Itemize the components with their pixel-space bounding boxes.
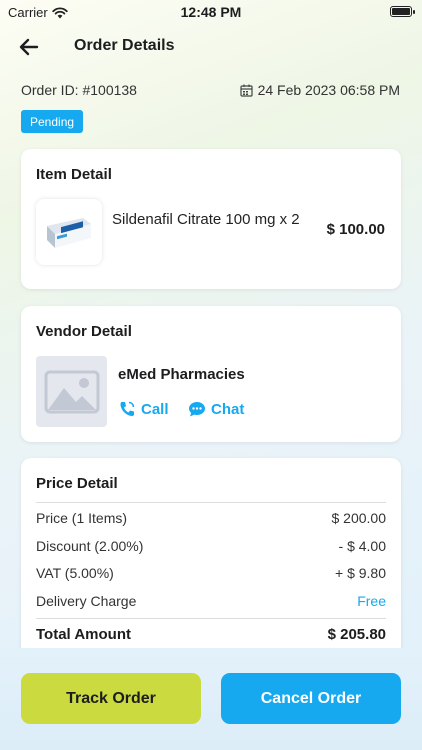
calendar-icon xyxy=(239,84,253,97)
discount-value: - $ 4.00 xyxy=(338,538,386,554)
item-detail-card: Item Detail Sildenafil Citrate 100 mg x … xyxy=(21,149,401,289)
back-button[interactable] xyxy=(16,34,42,60)
status-badge: Pending xyxy=(21,110,84,133)
price-row-value: $ 200.00 xyxy=(331,510,387,526)
product-image xyxy=(36,199,102,265)
vendor-detail-title: Vendor Detail xyxy=(36,323,132,340)
price-detail-title: Price Detail xyxy=(36,475,118,492)
total-label: Total Amount xyxy=(36,626,131,643)
phone-icon xyxy=(120,401,135,416)
battery-icon xyxy=(390,6,415,17)
vendor-detail-card: Vendor Detail eMed Pharmacies Call Chat xyxy=(21,306,401,442)
delivery-label: Delivery Charge xyxy=(36,593,137,609)
call-button[interactable]: Call xyxy=(118,400,169,418)
track-order-button[interactable]: Track Order xyxy=(21,673,201,724)
delivery-value: Free xyxy=(357,593,386,609)
chat-label: Chat xyxy=(211,400,245,418)
discount-label: Discount (2.00%) xyxy=(36,538,144,554)
item-price: $ 100.00 xyxy=(326,221,385,238)
vendor-name: eMed Pharmacies xyxy=(118,366,245,383)
order-date-text: 24 Feb 2023 06:58 PM xyxy=(257,82,400,98)
vendor-image-placeholder xyxy=(36,356,107,427)
divider xyxy=(36,502,386,503)
bottom-action-bar: Track Order Cancel Order xyxy=(0,648,422,750)
cancel-order-button[interactable]: Cancel Order xyxy=(221,673,401,724)
vat-value: + $ 9.80 xyxy=(335,565,386,581)
image-placeholder-icon xyxy=(44,370,99,413)
nav-bar: Order Details xyxy=(0,30,422,64)
vat-row: VAT (5.00%) + $ 9.80 xyxy=(36,565,386,581)
price-detail-card: Price Detail Price (1 Items) $ 200.00 Di… xyxy=(21,458,401,658)
vat-label: VAT (5.00%) xyxy=(36,565,114,581)
total-row: Total Amount $ 205.80 xyxy=(36,626,386,643)
chat-bubble-icon xyxy=(189,402,205,417)
item-detail-title: Item Detail xyxy=(36,166,112,183)
chat-button[interactable]: Chat xyxy=(188,400,244,418)
status-time: 12:48 PM xyxy=(180,4,242,20)
item-name: Sildenafil Citrate 100 mg x 2 xyxy=(112,211,300,228)
price-row-label: Price (1 Items) xyxy=(36,510,128,526)
medicine-box-icon xyxy=(47,218,91,248)
order-date: 24 Feb 2023 06:58 PM xyxy=(239,82,400,98)
total-value: $ 205.80 xyxy=(327,626,386,643)
arrow-left-icon xyxy=(19,38,39,56)
order-id: Order ID: #100138 xyxy=(21,82,137,98)
price-row: Price (1 Items) $ 200.00 xyxy=(36,510,386,526)
delivery-row: Delivery Charge Free xyxy=(36,593,386,609)
status-bar: Carrier 12:48 PM xyxy=(0,0,422,24)
divider xyxy=(36,618,386,619)
page-title: Order Details xyxy=(74,37,175,54)
discount-row: Discount (2.00%) - $ 4.00 xyxy=(36,538,386,554)
call-label: Call xyxy=(141,400,169,418)
